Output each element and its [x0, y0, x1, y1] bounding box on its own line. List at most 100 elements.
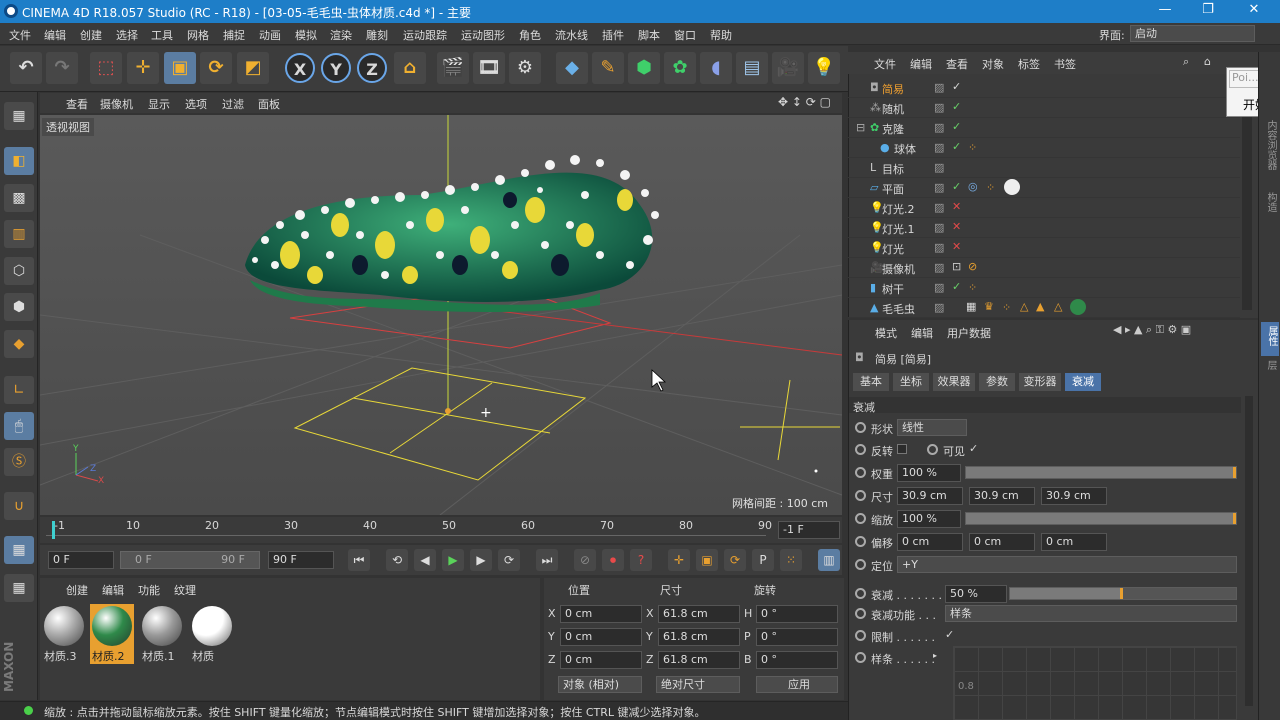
points-mode-icon[interactable]: ⬡	[4, 257, 34, 285]
material-tag-icon[interactable]: ⁘	[1002, 301, 1011, 314]
target-tag-icon[interactable]: ◎	[968, 180, 978, 193]
material-item[interactable]: 材质.1	[140, 604, 184, 664]
clamp-check-icon[interactable]: ✓	[945, 628, 954, 641]
scale-field[interactable]: 100 %	[897, 510, 961, 528]
tab-coord[interactable]: 坐标	[893, 373, 929, 391]
menu-mograph[interactable]: 运动图形	[461, 27, 505, 43]
enabled-check-icon[interactable]: ✓	[952, 180, 961, 193]
tab-layers[interactable]: 层	[1262, 360, 1278, 370]
material-tag-icon[interactable]: ⁘	[968, 141, 977, 154]
render-picture-viewer-icon[interactable]: 🎞	[473, 52, 505, 84]
object-menu-bookmarks[interactable]: 书签	[1054, 56, 1076, 72]
edges-mode-icon[interactable]: ⬢	[4, 293, 34, 321]
next-key-icon[interactable]: ⟳	[498, 549, 520, 571]
next-frame-icon[interactable]: ▶	[470, 549, 492, 571]
menu-sculpt[interactable]: 雕刻	[366, 27, 388, 43]
tab-falloff[interactable]: 衰减	[1065, 373, 1101, 391]
search-icon[interactable]: ⌕	[1183, 55, 1189, 69]
menu-render[interactable]: 渲染	[330, 27, 352, 43]
object-row-cloner[interactable]: ⊟ ✿ 克隆 ▨ ✓	[848, 118, 1240, 138]
scale-icon[interactable]: ▣	[164, 52, 196, 84]
rotation-h-field[interactable]: 0 °	[756, 605, 838, 623]
anim-dot-icon[interactable]	[855, 608, 866, 619]
model-mode-icon[interactable]: ◧	[4, 147, 34, 175]
selection-tag-icon[interactable]: △	[1020, 300, 1028, 313]
layer-icon[interactable]: ▨	[934, 121, 944, 134]
enabled-check-icon[interactable]: ✓	[952, 140, 961, 153]
material-item[interactable]: 材质.3	[42, 604, 86, 664]
expand-arrow-icon[interactable]: ▸	[933, 651, 937, 660]
collapse-icon[interactable]: ⊟	[856, 121, 865, 134]
menu-character[interactable]: 角色	[519, 27, 541, 43]
cube-icon[interactable]: ◆	[556, 52, 588, 84]
autokey-icon[interactable]: ?	[630, 549, 652, 571]
layer-icon[interactable]: ▨	[934, 281, 944, 294]
render-view-icon[interactable]: 🎬	[437, 52, 469, 84]
workplane-icon[interactable]: ▦	[4, 536, 34, 564]
object-row-trunk[interactable]: ▮ 树干 ▨ ✓ ⁘	[848, 278, 1240, 298]
viewport-menu-filter[interactable]: 过滤	[222, 96, 244, 112]
viewport-menu-display[interactable]: 显示	[148, 96, 170, 112]
key-rotation-icon[interactable]: ⟳	[724, 549, 746, 571]
material-menu-texture[interactable]: 纹理	[174, 582, 196, 598]
menu-pipeline[interactable]: 流水线	[555, 27, 588, 43]
menu-script[interactable]: 脚本	[638, 27, 660, 43]
material-item-selected[interactable]: 材质.2	[90, 604, 134, 664]
protection-tag-icon[interactable]: ⊘	[968, 260, 977, 273]
key-pla-icon[interactable]: ⁙	[780, 549, 802, 571]
record-disabled-icon[interactable]: ⊘	[574, 549, 596, 571]
minimize-icon[interactable]: —	[1145, 2, 1185, 20]
position-z-field[interactable]: 0 cm	[560, 651, 642, 669]
x-axis-icon[interactable]: X	[285, 53, 315, 83]
recent-tool-icon[interactable]: ◩	[237, 52, 269, 84]
size-y-field[interactable]: 61.8 cm	[658, 628, 740, 646]
object-row-target[interactable]: L 目标 ▨	[848, 158, 1240, 178]
scale-slider[interactable]	[965, 512, 1237, 525]
render-settings-icon[interactable]: ⚙	[509, 52, 541, 84]
layer-icon[interactable]: ▨	[934, 261, 944, 274]
layer-icon[interactable]: ▨	[934, 181, 944, 194]
viewport-menu-options[interactable]: 选项	[185, 96, 207, 112]
object-menu-objects[interactable]: 对象	[982, 56, 1004, 72]
layer-icon[interactable]: ▨	[934, 221, 944, 234]
object-row-caterpillar[interactable]: ▲ 毛毛虫 ▨ ▦ ♛ ⁘ △ ▲ △	[848, 298, 1240, 318]
material-menu-edit[interactable]: 编辑	[102, 582, 124, 598]
tab-parameter[interactable]: 参数	[979, 373, 1015, 391]
texture-mode-icon[interactable]: ▩	[4, 184, 34, 212]
menu-select[interactable]: 选择	[116, 27, 138, 43]
layout-dropdown[interactable]: 启动	[1130, 25, 1255, 42]
enabled-check-icon[interactable]: ✓	[952, 80, 961, 93]
object-menu-file[interactable]: 文件	[874, 56, 896, 72]
rotate-icon[interactable]: ⟳	[200, 52, 232, 84]
coord-mode-dropdown[interactable]: 对象 (相对)	[558, 676, 642, 693]
anim-dot-icon[interactable]	[855, 588, 866, 599]
layer-icon[interactable]: ▨	[934, 201, 944, 214]
offset-y-field[interactable]: 0 cm	[969, 533, 1035, 551]
tab-deformer[interactable]: 变形器	[1019, 373, 1061, 391]
close-icon[interactable]: ✕	[1234, 2, 1274, 20]
viewport-navigation-icons[interactable]: ✥ ↕ ⟳ ▢	[778, 95, 831, 109]
size-z-field[interactable]: 30.9 cm	[1041, 487, 1107, 505]
record-icon[interactable]: ⏺	[602, 549, 624, 571]
anim-dot-icon[interactable]	[855, 422, 866, 433]
menu-mesh[interactable]: 网格	[187, 27, 209, 43]
coordinate-system-icon[interactable]: ⌂	[394, 52, 426, 84]
weight-field[interactable]: 100 %	[897, 464, 961, 482]
tab-attributes[interactable]: 属性	[1261, 322, 1279, 356]
position-x-field[interactable]: 0 cm	[560, 605, 642, 623]
undo-icon[interactable]: ↶	[10, 52, 42, 84]
floor-icon[interactable]: ▤	[736, 52, 768, 84]
orient-dropdown[interactable]: +Y	[897, 556, 1237, 573]
crown-tag-icon[interactable]: ♛	[984, 300, 994, 313]
anim-dot-icon[interactable]	[855, 652, 866, 663]
layer-icon[interactable]: ▨	[934, 101, 944, 114]
object-row-camera[interactable]: 🎥 摄像机 ▨ ⊡ ⊘	[848, 258, 1240, 278]
falloff-slider[interactable]	[1009, 587, 1237, 600]
anim-dot-icon[interactable]	[855, 490, 866, 501]
object-row-random[interactable]: ⁂ 随机 ▨ ✓	[848, 98, 1240, 118]
tab-effector[interactable]: 效果器	[933, 373, 975, 391]
menu-motion-tracker[interactable]: 运动跟踪	[403, 27, 447, 43]
menu-simulate[interactable]: 模拟	[295, 27, 317, 43]
frame-range-slider[interactable]: 0 F 90 F	[120, 551, 260, 569]
tab-structure[interactable]: 构造	[1262, 192, 1278, 212]
